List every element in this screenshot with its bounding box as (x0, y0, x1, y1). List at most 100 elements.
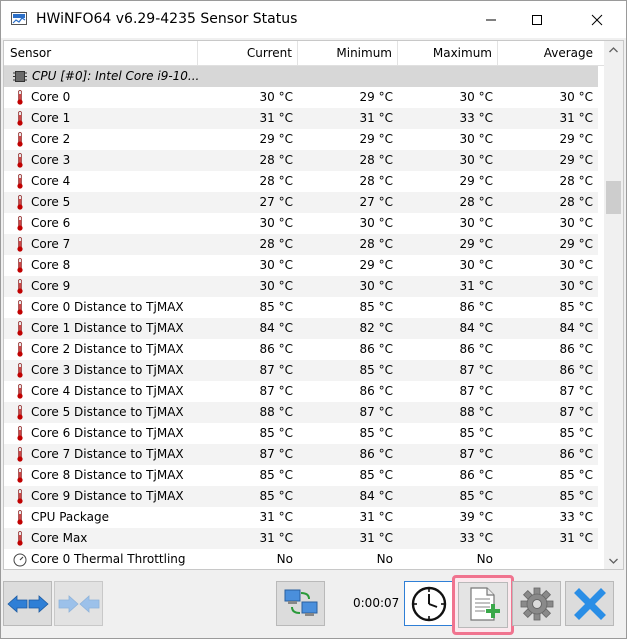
average-value: 28 °C (559, 195, 593, 209)
minimum-value: 29 °C (359, 258, 393, 272)
sensor-table[interactable]: Sensor Current Minimum Maximum Average C… (3, 40, 624, 570)
collapse-arrows-icon (58, 594, 99, 613)
average-value: 30 °C (559, 279, 593, 293)
vertical-scrollbar[interactable] (604, 41, 623, 569)
average-value: 33 °C (559, 510, 593, 524)
minimum-value: 85 °C (359, 468, 393, 482)
sensor-row[interactable]: Core 4 Distance to TjMAX 87 °C 86 °C 87 °C 8… (4, 381, 598, 402)
sensor-status-window: HWiNFO64 v6.29-4235 Sensor Status Sensor… (0, 0, 627, 639)
start-logging-button[interactable] (458, 582, 508, 628)
minimum-value: 27 °C (359, 195, 393, 209)
scroll-down-button[interactable] (604, 552, 623, 569)
maximum-value: 88 °C (459, 405, 493, 419)
column-header-sensor[interactable]: Sensor (4, 41, 198, 65)
column-header-minimum[interactable]: Minimum (298, 41, 398, 65)
sensor-name: Core 9 (31, 279, 71, 293)
current-value: 30 °C (259, 258, 293, 272)
scroll-thumb[interactable] (606, 181, 621, 214)
minimum-value: 85 °C (359, 363, 393, 377)
current-value: 30 °C (259, 90, 293, 104)
sensor-row[interactable]: Core 8 Distance to TjMAX 85 °C 85 °C 86 °C 8… (4, 465, 598, 486)
sensor-row[interactable]: CPU Package 31 °C 31 °C 39 °C 33 °C (4, 507, 598, 528)
current-value: 87 °C (259, 384, 293, 398)
current-value: No (276, 552, 293, 566)
sensor-name: Core 5 Distance to TjMAX (31, 405, 184, 419)
current-value: 30 °C (259, 216, 293, 230)
close-sensors-button[interactable] (565, 581, 614, 626)
elapsed-timer: 0:00:07 (353, 596, 400, 610)
sensor-row[interactable]: Core 6 30 °C 30 °C 30 °C 30 °C (4, 213, 598, 234)
minimum-value: 85 °C (359, 300, 393, 314)
close-window-button[interactable] (574, 1, 620, 38)
maximum-value: 86 °C (459, 300, 493, 314)
current-value: 84 °C (259, 321, 293, 335)
sensor-row[interactable]: Core 5 Distance to TjMAX 88 °C 87 °C 88 °C 8… (4, 402, 598, 423)
minimum-value: 85 °C (359, 426, 393, 440)
settings-button[interactable] (512, 581, 561, 626)
sensor-row[interactable]: Core 8 30 °C 29 °C 30 °C 30 °C (4, 255, 598, 276)
sensor-row[interactable]: Core 2 29 °C 29 °C 30 °C 29 °C (4, 129, 598, 150)
sensor-name: Core 0 (31, 90, 71, 104)
average-value: 86 °C (559, 363, 593, 377)
maximum-value: 30 °C (459, 153, 493, 167)
maximum-value: 87 °C (459, 384, 493, 398)
sensor-name: Core 5 (31, 195, 71, 209)
current-value: 88 °C (259, 405, 293, 419)
current-value: 29 °C (259, 132, 293, 146)
sensor-name: Core 7 (31, 237, 71, 251)
sensor-row[interactable]: Core 0 Distance to TjMAX 85 °C 85 °C 86 °C 8… (4, 297, 598, 318)
reset-timer-button[interactable] (404, 581, 453, 626)
average-value: 29 °C (559, 237, 593, 251)
minimum-value: 31 °C (359, 510, 393, 524)
sensor-name: Core 4 (31, 174, 71, 188)
sensor-row[interactable]: Core 1 31 °C 31 °C 33 °C 31 °C (4, 108, 598, 129)
chevron-up-icon (609, 46, 618, 52)
scroll-up-button[interactable] (604, 41, 623, 58)
sensor-row[interactable]: Core 7 28 °C 28 °C 29 °C 29 °C (4, 234, 598, 255)
minimum-value: 86 °C (359, 447, 393, 461)
sensor-row[interactable]: Core 4 28 °C 28 °C 29 °C 28 °C (4, 171, 598, 192)
sensor-row[interactable]: Core 3 Distance to TjMAX 87 °C 85 °C 87 °C 8… (4, 360, 598, 381)
minimize-button[interactable] (468, 1, 514, 38)
maximum-value: 28 °C (459, 195, 493, 209)
bottom-toolbar: 0:00:07 (1, 572, 626, 638)
gear-icon (520, 587, 553, 620)
maximum-value: 31 °C (459, 279, 493, 293)
sensor-row[interactable]: Core 0 Thermal Throttling No No No (4, 549, 598, 569)
sensor-row[interactable]: Core Max 31 °C 31 °C 33 °C 31 °C (4, 528, 598, 549)
network-button[interactable] (276, 581, 325, 626)
collapse-columns-button[interactable] (54, 581, 103, 626)
sensor-name: CPU Package (31, 510, 109, 524)
expand-columns-button[interactable] (3, 581, 52, 626)
maximize-icon (532, 14, 542, 25)
sensor-row[interactable]: Core 2 Distance to TjMAX 86 °C 86 °C 86 °C 8… (4, 339, 598, 360)
minimize-icon (486, 19, 496, 20)
title-bar[interactable]: HWiNFO64 v6.29-4235 Sensor Status (1, 1, 626, 38)
sensor-row[interactable]: Core 0 30 °C 29 °C 30 °C 30 °C (4, 87, 598, 108)
current-value: 28 °C (259, 174, 293, 188)
column-header-average[interactable]: Average (498, 41, 598, 65)
sensor-row[interactable]: Core 6 Distance to TjMAX 85 °C 85 °C 85 °C 8… (4, 423, 598, 444)
maximum-value: 29 °C (459, 174, 493, 188)
sensor-row[interactable]: Core 1 Distance to TjMAX 84 °C 82 °C 84 °C 8… (4, 318, 598, 339)
sensor-row[interactable]: Core 5 27 °C 27 °C 28 °C 28 °C (4, 192, 598, 213)
window-title: HWiNFO64 v6.29-4235 Sensor Status (36, 11, 298, 27)
column-header-maximum[interactable]: Maximum (398, 41, 498, 65)
maximize-button[interactable] (514, 1, 560, 38)
maximum-value: 86 °C (459, 468, 493, 482)
average-value: 30 °C (559, 90, 593, 104)
minimum-value: 28 °C (359, 153, 393, 167)
maximum-value: 29 °C (459, 237, 493, 251)
current-value: 86 °C (259, 342, 293, 356)
minimum-value: 84 °C (359, 489, 393, 503)
column-header-current[interactable]: Current (198, 41, 298, 65)
sensor-row[interactable]: Core 7 Distance to TjMAX 87 °C 86 °C 87 °C 8… (4, 444, 598, 465)
sensor-row[interactable]: Core 9 Distance to TjMAX 85 °C 84 °C 85 °C 8… (4, 486, 598, 507)
sensor-row[interactable]: Core 3 28 °C 28 °C 30 °C 29 °C (4, 150, 598, 171)
average-value: 86 °C (559, 447, 593, 461)
minimum-value: No (376, 552, 393, 566)
sensor-row[interactable]: Core 9 30 °C 30 °C 31 °C 30 °C (4, 276, 598, 297)
average-value: 31 °C (559, 531, 593, 545)
group-row-cpu[interactable]: CPU [#0]: Intel Core i9-10... (4, 66, 598, 87)
close-icon (591, 14, 603, 25)
